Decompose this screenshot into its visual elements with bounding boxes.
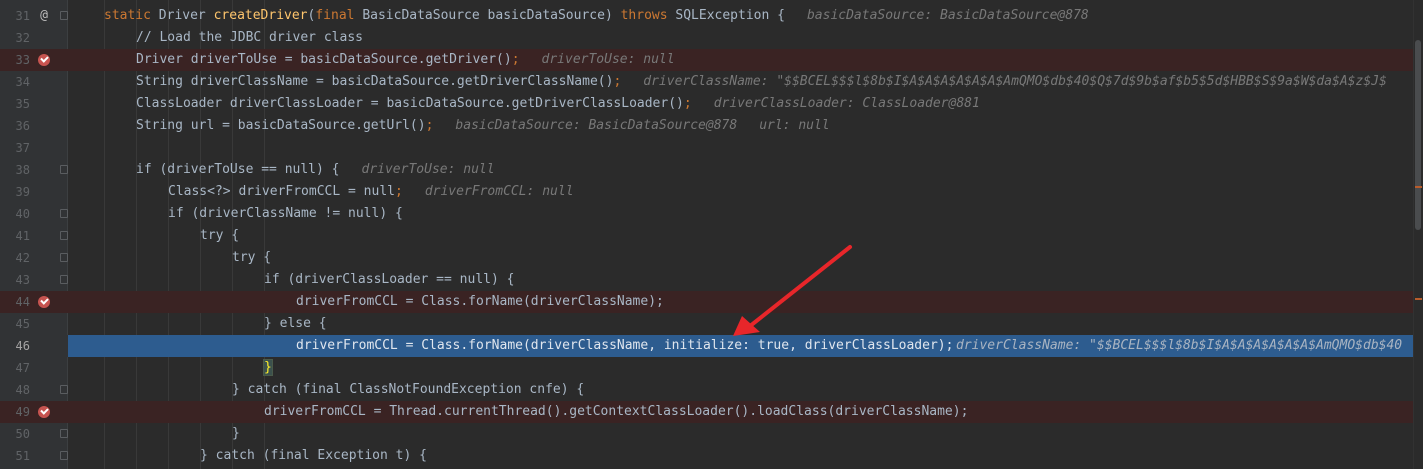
fold-icon[interactable] bbox=[60, 11, 68, 20]
code-text: } catch (final ClassNotFoundException cn… bbox=[232, 382, 585, 397]
fold-icon[interactable] bbox=[60, 275, 68, 284]
code-text: try { bbox=[200, 228, 240, 243]
code-line-32[interactable]: 32 // Load the JDBC driver class bbox=[0, 27, 1414, 49]
line-number: 37 bbox=[15, 141, 30, 155]
line-number: 38 bbox=[15, 163, 30, 177]
inline-value-hint: driverClassLoader: ClassLoader@881 bbox=[713, 96, 980, 111]
inline-value-hint: driverClassName: "$$BCEL$$$l$8b$I$A$A$A$… bbox=[643, 74, 1387, 89]
line-number: 33 bbox=[15, 53, 30, 67]
code-text: driverFromCCL = Thread.currentThread().g… bbox=[264, 404, 969, 419]
line-number: 51 bbox=[15, 449, 30, 463]
code-line-36[interactable]: 36 String url = basicDataSource.getUrl()… bbox=[0, 115, 1414, 137]
inline-value-hint: driverClassName: "$$BCEL$$$l$8b$I$A$A$A$… bbox=[956, 338, 1403, 353]
code-line-49[interactable]: 49 driverFromCCL = Thread.currentThread(… bbox=[0, 401, 1414, 423]
fold-icon[interactable] bbox=[60, 165, 68, 174]
line-number: 46 bbox=[15, 339, 30, 353]
code-text: static Driver createDriver(final BasicDa… bbox=[104, 8, 1089, 23]
inline-value-hint: basicDataSource: BasicDataSource@878 bbox=[806, 8, 1089, 23]
code-text: driverFromCCL = Class.forName(driverClas… bbox=[296, 294, 664, 309]
line-number: 42 bbox=[15, 251, 30, 265]
code-text: if (driverToUse == null) {driverToUse: n… bbox=[136, 162, 495, 177]
fold-icon[interactable] bbox=[60, 231, 68, 240]
code-line-40[interactable]: 40 if (driverClassName != null) { bbox=[0, 203, 1414, 225]
line-number: 48 bbox=[15, 383, 30, 397]
line-number: 44 bbox=[15, 295, 30, 309]
code-text: } else { bbox=[264, 316, 327, 331]
breakpoint-icon[interactable] bbox=[38, 406, 50, 418]
code-text: try { bbox=[232, 250, 272, 265]
line-number: 32 bbox=[15, 31, 30, 45]
code-text: String url = basicDataSource.getUrl(); ba… bbox=[136, 118, 830, 133]
code-line-44[interactable]: 44 driverFromCCL = Class.forName(driverC… bbox=[0, 291, 1414, 313]
code-text: if (driverClassLoader == null) { bbox=[264, 272, 515, 287]
code-line-39[interactable]: 39 Class<?> driverFromCCL = null; driverF… bbox=[0, 181, 1414, 203]
breakpoint-icon[interactable] bbox=[38, 296, 50, 308]
code-comment: // Load the JDBC driver class bbox=[136, 30, 363, 45]
code-line-35[interactable]: 35 ClassLoader driverClassLoader = basic… bbox=[0, 93, 1414, 115]
code-line-37[interactable]: 37 bbox=[0, 137, 1414, 159]
code-line-48[interactable]: 48 } catch (final ClassNotFoundException… bbox=[0, 379, 1414, 401]
code-line-31[interactable]: 31 @ static Driver createDriver(final Ba… bbox=[0, 5, 1414, 27]
code-text: } bbox=[263, 357, 273, 379]
code-editor[interactable]: 31 @ static Driver createDriver(final Ba… bbox=[0, 0, 1423, 469]
code-line-51[interactable]: 51 } catch (final Exception t) { bbox=[0, 445, 1414, 467]
line-number: 36 bbox=[15, 119, 30, 133]
line-number: 50 bbox=[15, 427, 30, 441]
line-number: 47 bbox=[15, 361, 30, 375]
fold-icon[interactable] bbox=[60, 429, 68, 438]
line-number: 40 bbox=[15, 207, 30, 221]
line-number: 43 bbox=[15, 273, 30, 287]
inline-value-hint: driverToUse: null bbox=[361, 162, 495, 177]
code-line-43[interactable]: 43 if (driverClassLoader == null) { bbox=[0, 269, 1414, 291]
fold-icon[interactable] bbox=[60, 451, 68, 460]
fold-icon[interactable] bbox=[60, 253, 68, 262]
code-text: if (driverClassName != null) { bbox=[168, 206, 403, 221]
code-text: driverFromCCL = Class.forName(driverClas… bbox=[296, 338, 954, 353]
line-number: 49 bbox=[15, 405, 30, 419]
line-number: 45 bbox=[15, 317, 30, 331]
scrollbar-marker bbox=[1415, 186, 1422, 188]
code-text: Driver driverToUse = basicDataSource.get… bbox=[136, 52, 675, 67]
line-number: 39 bbox=[15, 185, 30, 199]
matched-brace: } bbox=[263, 359, 273, 376]
fold-icon[interactable] bbox=[60, 385, 68, 394]
code-line-41[interactable]: 41 try { bbox=[0, 225, 1414, 247]
code-line-45[interactable]: 45 } else { bbox=[0, 313, 1414, 335]
code-line-33[interactable]: 33 Driver driverToUse = basicDataSource.… bbox=[0, 49, 1414, 71]
inline-value-hint: driverFromCCL: null bbox=[424, 184, 574, 199]
line-number: 41 bbox=[15, 229, 30, 243]
scrollbar-marker bbox=[1415, 298, 1422, 300]
breakpoint-icon[interactable] bbox=[38, 54, 50, 66]
scrollbar-thumb[interactable] bbox=[1415, 40, 1421, 230]
code-text: } catch (final Exception t) { bbox=[200, 448, 427, 463]
code-text: String driverClassName = basicDataSource… bbox=[136, 74, 1387, 89]
inline-value-hint: basicDataSource: BasicDataSource@878 bbox=[455, 118, 738, 133]
inline-value-hint: url: null bbox=[759, 118, 830, 133]
code-line-50[interactable]: 50 } bbox=[0, 423, 1414, 445]
code-line-42[interactable]: 42 try { bbox=[0, 247, 1414, 269]
code-text: } bbox=[232, 426, 240, 441]
fold-icon[interactable] bbox=[60, 209, 68, 218]
code-text: Class<?> driverFromCCL = null; driverFrom… bbox=[168, 184, 574, 199]
code-line-47[interactable]: 47 } bbox=[0, 357, 1414, 379]
line-number: 35 bbox=[15, 97, 30, 111]
code-text: ClassLoader driverClassLoader = basicDat… bbox=[136, 96, 980, 111]
inline-value-hint: driverToUse: null bbox=[541, 52, 675, 67]
code-line-34[interactable]: 34 String driverClassName = basicDataSou… bbox=[0, 71, 1414, 93]
line-number: 34 bbox=[15, 75, 30, 89]
vertical-scrollbar[interactable] bbox=[1413, 0, 1423, 469]
code-line-38[interactable]: 38 if (driverToUse == null) {driverToUse… bbox=[0, 159, 1414, 181]
at-sign-icon[interactable]: @ bbox=[37, 9, 51, 23]
line-number: 31 bbox=[15, 9, 30, 23]
current-execution-line[interactable]: 46 driverFromCCL = Class.forName(driverC… bbox=[0, 335, 1414, 357]
